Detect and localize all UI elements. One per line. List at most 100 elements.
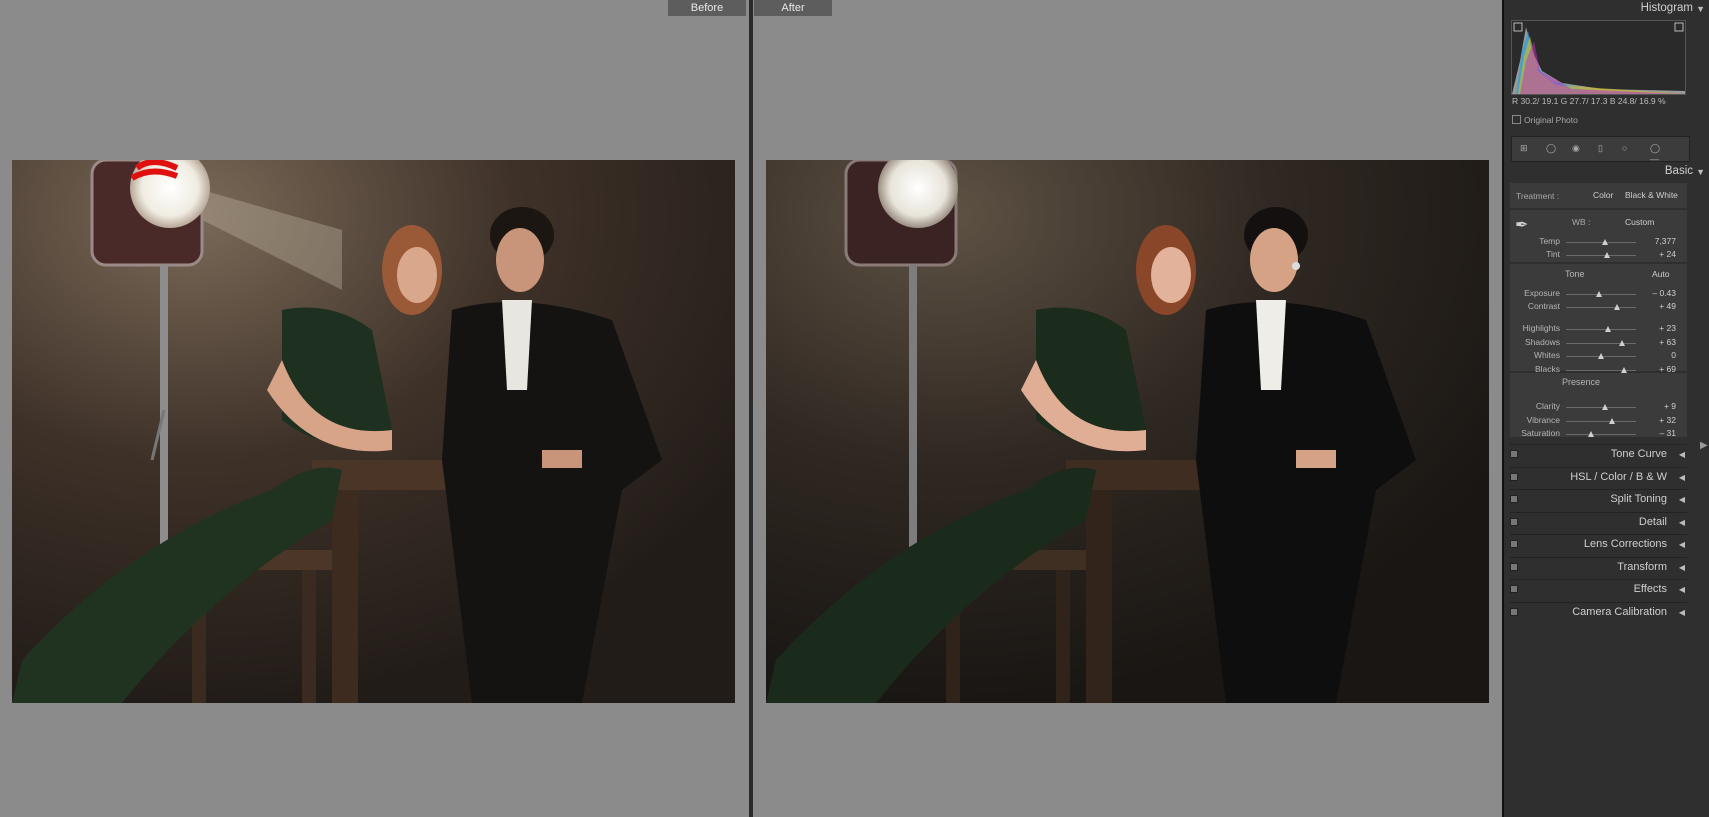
basic-header[interactable]: Basic — [1665, 165, 1693, 177]
slider-label-saturation: Saturation — [1521, 428, 1560, 438]
expand-arrow-icon[interactable]: ◀ — [1679, 608, 1685, 617]
adjustment-brush-icon[interactable]: ◯— — [1650, 143, 1662, 164]
section-toggle-icon[interactable] — [1510, 607, 1518, 616]
slider-value-whites[interactable]: 0 — [1646, 350, 1676, 360]
treatment-color-button[interactable]: Color — [1593, 190, 1613, 200]
slider-label-contrast: Contrast — [1527, 301, 1560, 311]
treatment-label: Treatment : — [1516, 191, 1560, 201]
section-label: Camera Calibration — [1572, 605, 1667, 618]
slider-value-saturation[interactable]: – 31 — [1646, 428, 1676, 438]
expand-arrow-icon[interactable]: ◀ — [1679, 563, 1685, 572]
radial-filter-icon[interactable]: ○ — [1622, 143, 1634, 155]
slider-value-shadows[interactable]: + 63 — [1646, 337, 1676, 347]
basic-collapse-icon[interactable]: ▼ — [1696, 167, 1705, 177]
slider-thumb-contrast[interactable] — [1614, 304, 1621, 310]
section-toggle-icon[interactable] — [1510, 450, 1518, 458]
slider-label-highlights: Highlights — [1522, 323, 1560, 333]
slider-thumb-blacks[interactable] — [1621, 367, 1628, 373]
section-label: Split Toning — [1610, 493, 1667, 505]
spot-removal-icon[interactable]: ◯ — [1546, 143, 1558, 155]
after-label[interactable]: After — [754, 0, 832, 16]
slider-thumb-tint[interactable] — [1603, 252, 1610, 258]
tone-label: Tone — [1565, 269, 1585, 279]
presence-label: Presence — [1562, 377, 1601, 387]
slider-thumb-exposure[interactable] — [1595, 291, 1602, 297]
slider-label-whites: Whites — [1534, 350, 1560, 360]
auto-tone-button[interactable]: Auto — [1652, 269, 1670, 279]
panel-section-effects[interactable]: Effects ◀ — [1510, 579, 1687, 598]
expand-arrow-icon[interactable]: ◀ — [1679, 585, 1685, 594]
panel-section-lens-corrections[interactable]: Lens Corrections ◀ — [1510, 534, 1687, 553]
wb-label: WB : — [1572, 217, 1591, 227]
after-photo — [766, 160, 1489, 703]
expand-arrow-icon[interactable]: ◀ — [1679, 495, 1685, 504]
section-label: Tone Curve — [1610, 448, 1667, 460]
slider-thumb-saturation[interactable] — [1587, 431, 1594, 437]
slider-thumb-whites[interactable] — [1598, 353, 1604, 359]
section-toggle-icon[interactable] — [1510, 562, 1518, 571]
section-toggle-icon[interactable] — [1510, 472, 1518, 481]
slider-value-blacks[interactable]: + 69 — [1646, 364, 1676, 374]
slider-label-shadows: Shadows — [1525, 337, 1560, 347]
checkbox-icon — [1512, 115, 1521, 124]
section-toggle-icon[interactable] — [1510, 517, 1518, 526]
slider-label-tint: Tint — [1546, 249, 1560, 259]
histogram-collapse-icon[interactable]: ▼ — [1696, 4, 1705, 14]
slider-value-contrast[interactable]: + 49 — [1646, 301, 1676, 311]
section-label: Effects — [1633, 583, 1667, 595]
slider-track-highlights[interactable] — [1566, 329, 1636, 330]
slider-thumb-shadows[interactable] — [1619, 340, 1625, 346]
slider-thumb-temp[interactable] — [1601, 239, 1608, 245]
slider-value-exposure[interactable]: – 0.43 — [1646, 288, 1676, 298]
panel-edge-arrow-icon[interactable]: ▶ — [1700, 440, 1708, 451]
eyedropper-icon[interactable]: ✒ — [1515, 215, 1528, 235]
original-photo-label: Original Photo — [1524, 115, 1578, 125]
wb-preset-select[interactable]: Custom — [1625, 217, 1654, 227]
slider-label-vibrance: Vibrance — [1526, 415, 1560, 425]
slider-thumb-clarity[interactable] — [1601, 404, 1608, 410]
rgb-readout: R 30.2/ 19.1 G 27.7/ 17.3 B 24.8/ 16.9 % — [1512, 96, 1666, 106]
section-label: HSL / Color / B & W — [1570, 470, 1667, 483]
tool-strip: ⊞ ◯ ◉ ▯ ○ ◯— — [1511, 136, 1690, 164]
slider-label-exposure: Exposure — [1524, 288, 1560, 298]
slider-value-temp[interactable]: 7,377 — [1646, 236, 1676, 246]
slider-label-clarity: Clarity — [1535, 401, 1560, 411]
before-photo — [12, 160, 735, 703]
expand-arrow-icon[interactable]: ◀ — [1679, 518, 1685, 527]
slider-track-vibrance[interactable] — [1566, 421, 1636, 422]
slider-value-vibrance[interactable]: + 32 — [1646, 415, 1676, 425]
treatment-bw-button[interactable]: Black & White — [1625, 190, 1678, 200]
slider-track-shadows[interactable] — [1566, 343, 1636, 344]
expand-arrow-icon[interactable]: ◀ — [1679, 450, 1685, 459]
panel-section-transform[interactable]: Transform ◀ — [1510, 556, 1687, 576]
develop-panel: Histogram ▼ R 30.2/ 19.1 G 27.7/ 17.3 B … — [1502, 0, 1709, 817]
section-toggle-icon[interactable] — [1510, 495, 1518, 503]
panel-section-detail[interactable]: Detail ◀ — [1510, 511, 1687, 531]
slider-thumb-vibrance[interactable] — [1609, 418, 1616, 424]
panel-section-split-toning[interactable]: Split Toning ◀ — [1510, 489, 1687, 508]
slider-thumb-highlights[interactable] — [1605, 326, 1611, 332]
panel-section-camera-calibration[interactable]: Camera Calibration ◀ — [1510, 601, 1687, 621]
slider-track-tint[interactable] — [1566, 255, 1636, 256]
section-label: Transform — [1617, 560, 1667, 573]
slider-track-contrast[interactable] — [1566, 307, 1636, 308]
histogram-header[interactable]: Histogram — [1641, 2, 1693, 14]
slider-value-clarity[interactable]: + 9 — [1646, 401, 1676, 411]
slider-value-highlights[interactable]: + 23 — [1646, 323, 1676, 333]
original-photo-toggle[interactable]: Original Photo — [1512, 115, 1578, 125]
panel-section-hsl-color-b-w[interactable]: HSL / Color / B & W ◀ — [1510, 466, 1687, 486]
red-eye-icon[interactable]: ◉ — [1572, 143, 1584, 155]
panel-section-tone-curve[interactable]: Tone Curve ◀ — [1510, 444, 1687, 463]
graduated-filter-icon[interactable]: ▯ — [1598, 143, 1610, 155]
section-toggle-icon[interactable] — [1510, 540, 1518, 548]
section-label: Detail — [1638, 515, 1667, 528]
before-label[interactable]: Before — [668, 0, 746, 16]
section-label: Lens Corrections — [1583, 538, 1667, 550]
expand-arrow-icon[interactable]: ◀ — [1679, 540, 1685, 549]
section-toggle-icon[interactable] — [1510, 585, 1518, 593]
slider-value-tint[interactable]: + 24 — [1646, 249, 1676, 259]
slider-label-blacks: Blacks — [1534, 364, 1560, 374]
crop-icon[interactable]: ⊞ — [1520, 143, 1532, 155]
expand-arrow-icon[interactable]: ◀ — [1679, 473, 1685, 482]
slider-track-saturation[interactable] — [1566, 434, 1636, 435]
